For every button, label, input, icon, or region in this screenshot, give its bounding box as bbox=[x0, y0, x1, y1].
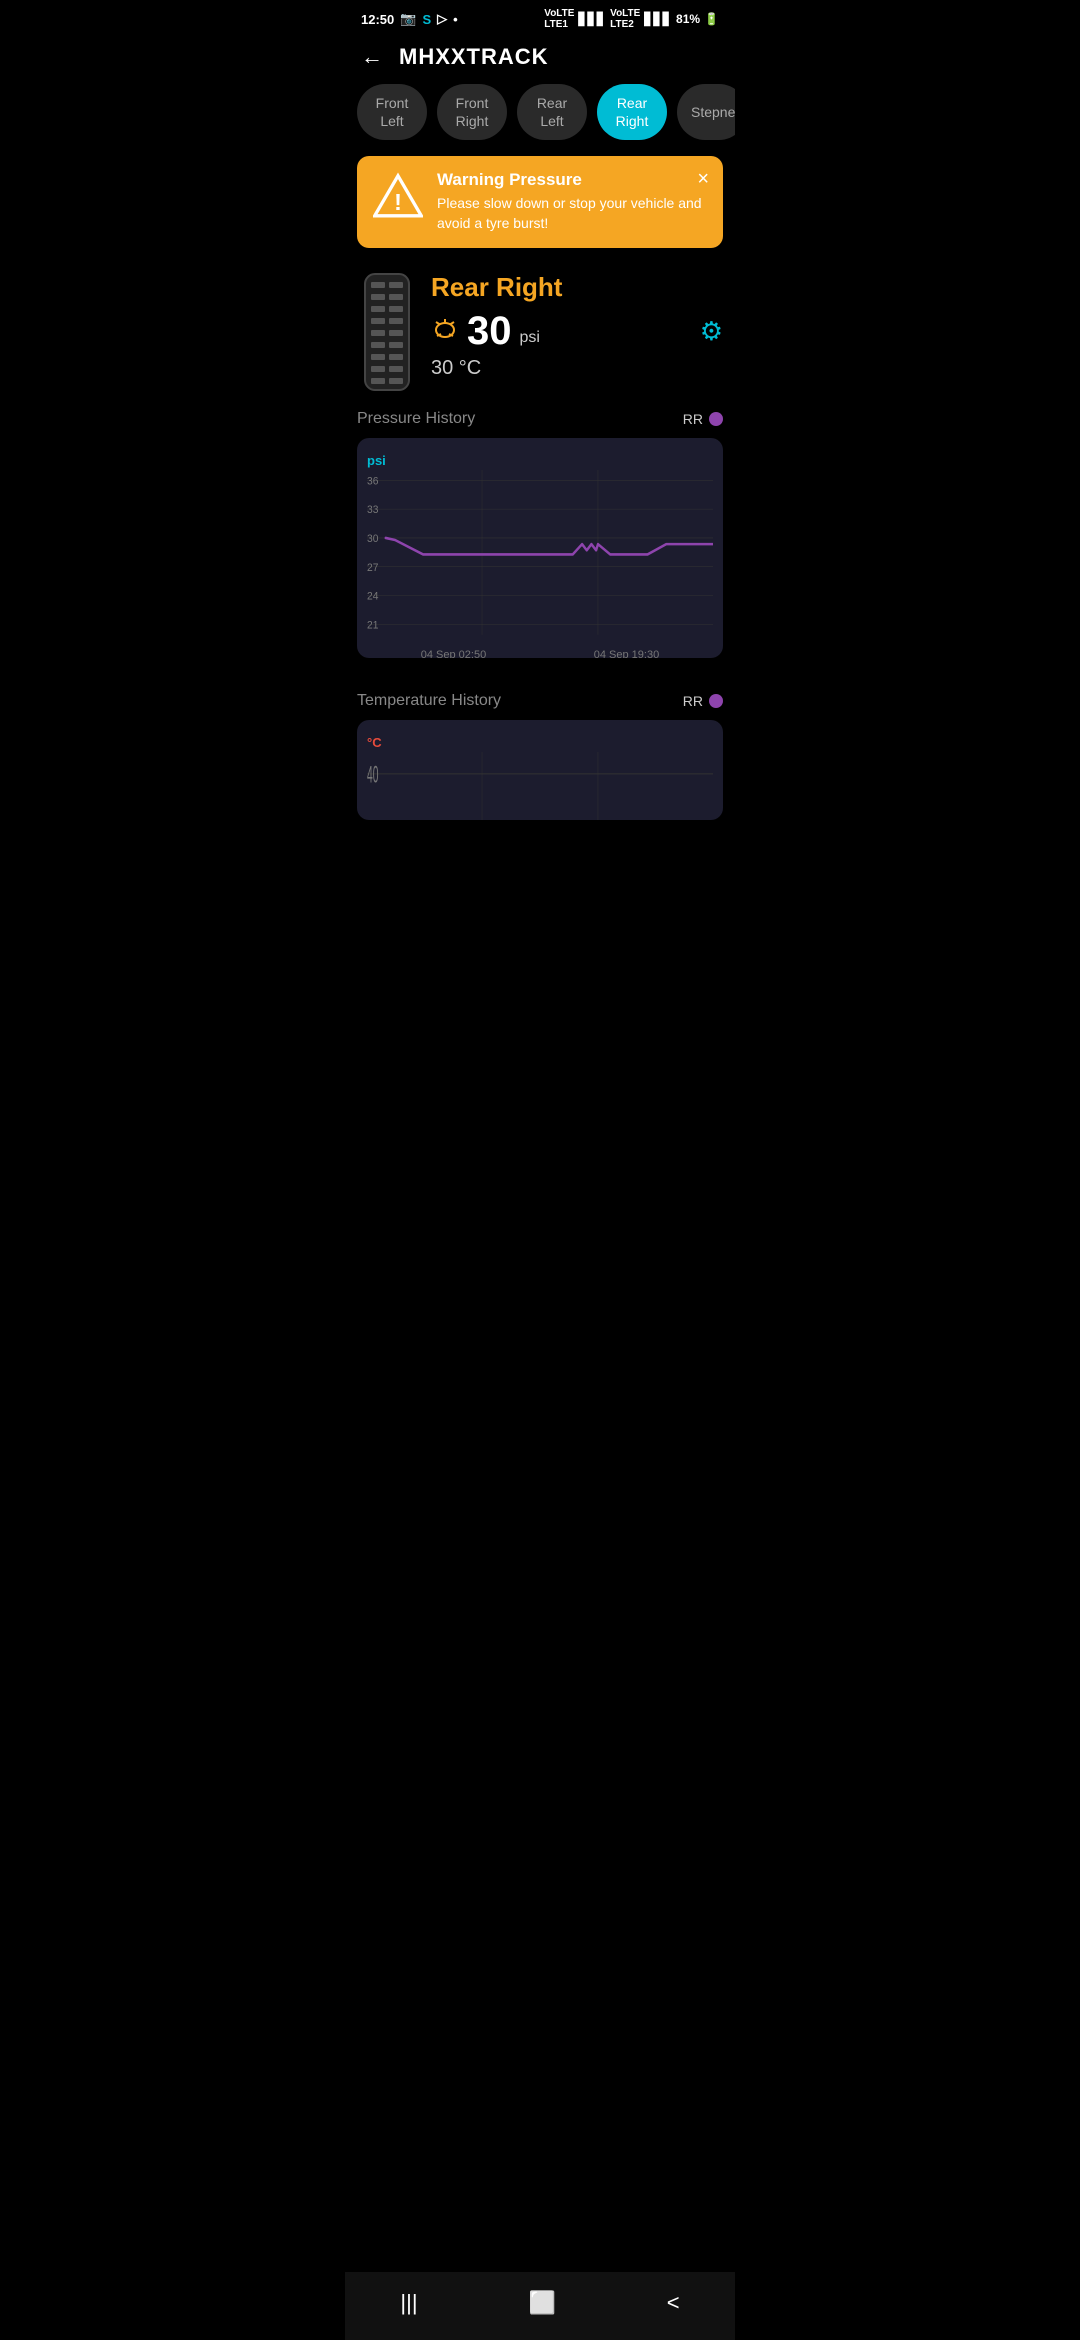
pressure-legend-label: RR bbox=[683, 411, 703, 427]
pressure-row: 30 psi bbox=[431, 311, 686, 351]
play-icon: ▷ bbox=[437, 11, 447, 27]
pressure-x-label-1: 04 Sep 02:50 bbox=[421, 649, 486, 658]
tyre-details: Rear Right 30 psi 30 °C bbox=[431, 272, 686, 380]
svg-text:30: 30 bbox=[367, 532, 378, 545]
svg-text:33: 33 bbox=[367, 503, 378, 516]
pressure-legend: RR bbox=[683, 411, 723, 427]
warning-title: Warning Pressure bbox=[437, 170, 707, 190]
settings-button[interactable]: ⚙ bbox=[700, 316, 723, 347]
tab-stepney[interactable]: Stepney bbox=[677, 84, 735, 140]
pressure-icon bbox=[431, 314, 459, 348]
status-right: VoLTELTE1 ▋▋▋ VoLTELTE2 ▋▋▋ 81% 🔋 bbox=[544, 8, 719, 30]
recents-button[interactable]: ||| bbox=[380, 2286, 437, 2320]
temperature-chart-svg: 40 36 bbox=[367, 752, 713, 820]
signal-bars-1: ▋▋▋ bbox=[578, 12, 606, 26]
dot-icon: • bbox=[453, 12, 458, 27]
tpms-icon bbox=[431, 314, 459, 342]
tyre-image bbox=[357, 272, 417, 392]
back-nav-button[interactable]: < bbox=[647, 2286, 700, 2320]
svg-text:24: 24 bbox=[367, 590, 378, 603]
svg-text:!: ! bbox=[394, 189, 402, 215]
pressure-y-label: psi bbox=[367, 453, 386, 468]
temperature-y-label: °C bbox=[367, 735, 382, 750]
header: ← MHXXTRACK bbox=[345, 34, 735, 84]
home-button[interactable]: ⬜ bbox=[508, 2286, 575, 2320]
pressure-chart-svg: 36 33 30 27 24 21 bbox=[367, 470, 713, 645]
tab-front-left[interactable]: Front Left bbox=[357, 84, 427, 140]
status-left: 12:50 📷 S ▷ • bbox=[361, 11, 458, 27]
svg-text:21: 21 bbox=[367, 619, 378, 632]
warning-body: Please slow down or stop your vehicle an… bbox=[437, 194, 707, 233]
pressure-x-labels: 04 Sep 02:50 04 Sep 19:30 bbox=[367, 645, 713, 658]
status-bar: 12:50 📷 S ▷ • VoLTELTE1 ▋▋▋ VoLTELTE2 ▋▋… bbox=[345, 0, 735, 34]
battery-label: 81% bbox=[676, 12, 700, 26]
pressure-chart: psi 36 33 30 27 24 21 04 Sep 02:50 04 Se… bbox=[357, 438, 723, 658]
temperature-legend-dot bbox=[709, 694, 723, 708]
camera-icon: 📷 bbox=[400, 11, 416, 27]
battery-icon: 🔋 bbox=[704, 12, 719, 26]
s-icon: S bbox=[422, 12, 431, 27]
tab-bar: Front Left Front Right Rear Left Rear Ri… bbox=[345, 84, 735, 156]
pressure-value: 30 bbox=[467, 311, 512, 351]
tab-rear-left[interactable]: Rear Left bbox=[517, 84, 587, 140]
temperature-legend: RR bbox=[683, 693, 723, 709]
tyre-info-section: Rear Right 30 psi 30 °C ⚙ bbox=[345, 264, 735, 392]
signal-bars-2: ▋▋▋ bbox=[644, 12, 672, 26]
temperature-label: 30 °C bbox=[431, 357, 686, 380]
tyre-name-label: Rear Right bbox=[431, 272, 686, 303]
app-title: MHXXTRACK bbox=[399, 44, 549, 70]
warning-box: ! Warning Pressure Please slow down or s… bbox=[357, 156, 723, 247]
warning-triangle-icon: ! bbox=[373, 170, 423, 220]
temperature-chart: °C 40 36 bbox=[357, 720, 723, 820]
temperature-legend-label: RR bbox=[683, 693, 703, 709]
bottom-nav: ||| ⬜ < bbox=[345, 2272, 735, 2340]
pressure-history-header: Pressure History RR bbox=[345, 392, 735, 438]
tab-rear-right[interactable]: Rear Right bbox=[597, 84, 667, 140]
warning-text: Warning Pressure Please slow down or sto… bbox=[437, 170, 707, 233]
back-button[interactable]: ← bbox=[361, 44, 383, 70]
tab-front-right[interactable]: Front Right bbox=[437, 84, 507, 140]
signal-label: VoLTELTE1 bbox=[544, 8, 574, 30]
time-label: 12:50 bbox=[361, 12, 394, 27]
pressure-x-label-2: 04 Sep 19:30 bbox=[594, 649, 659, 658]
pressure-unit: psi bbox=[520, 329, 540, 347]
temperature-history-header: Temperature History RR bbox=[345, 674, 735, 720]
svg-text:27: 27 bbox=[367, 561, 378, 574]
signal-label2: VoLTELTE2 bbox=[610, 8, 640, 30]
pressure-legend-dot bbox=[709, 412, 723, 426]
pressure-history-title: Pressure History bbox=[357, 410, 475, 428]
svg-text:40: 40 bbox=[367, 760, 378, 787]
temperature-history-title: Temperature History bbox=[357, 692, 501, 710]
warning-close-button[interactable]: × bbox=[697, 168, 709, 191]
svg-text:36: 36 bbox=[367, 475, 378, 488]
